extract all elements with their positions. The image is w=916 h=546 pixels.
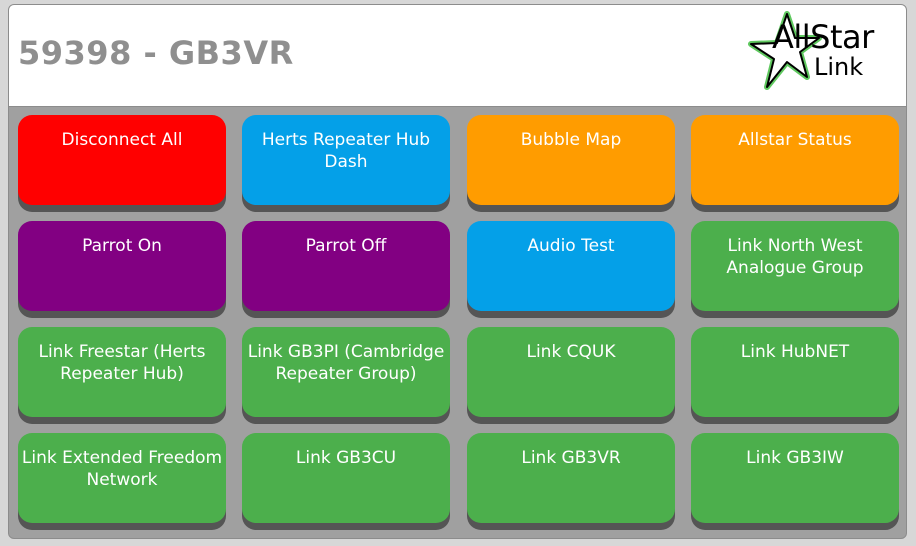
page-title: 59398 - GB3VR xyxy=(18,34,294,72)
audio-test-button[interactable]: Audio Test xyxy=(467,221,675,311)
link-gb3iw-button[interactable]: Link GB3IW xyxy=(691,433,899,523)
link-cquk-button[interactable]: Link CQUK xyxy=(467,327,675,417)
bubble-map-button[interactable]: Bubble Map xyxy=(467,115,675,205)
link-gb3pi-button[interactable]: Link GB3PI (Cambridge Repeater Group) xyxy=(242,327,450,417)
link-freestar-button[interactable]: Link Freestar (Herts Repeater Hub) xyxy=(18,327,226,417)
logo-allstar-text: AllStar xyxy=(772,18,874,56)
link-north-west-analogue-button[interactable]: Link North West Analogue Group xyxy=(691,221,899,311)
link-extended-freedom-network-button[interactable]: Link Extended Freedom Network xyxy=(18,433,226,523)
herts-repeater-hub-dash-button[interactable]: Herts Repeater Hub Dash xyxy=(242,115,450,205)
header: 59398 - GB3VR AllStar Link xyxy=(9,5,906,107)
disconnect-all-button[interactable]: Disconnect All xyxy=(18,115,226,205)
link-hubnet-button[interactable]: Link HubNET xyxy=(691,327,899,417)
parrot-off-button[interactable]: Parrot Off xyxy=(242,221,450,311)
allstar-status-button[interactable]: Allstar Status xyxy=(691,115,899,205)
link-gb3vr-button[interactable]: Link GB3VR xyxy=(467,433,675,523)
logo-link-text: Link xyxy=(814,53,864,81)
link-gb3cu-button[interactable]: Link GB3CU xyxy=(242,433,450,523)
parrot-on-button[interactable]: Parrot On xyxy=(18,221,226,311)
app-frame: 59398 - GB3VR AllStar Link Disconnect Al… xyxy=(8,4,907,539)
allstar-link-logo: AllStar Link xyxy=(747,11,897,91)
